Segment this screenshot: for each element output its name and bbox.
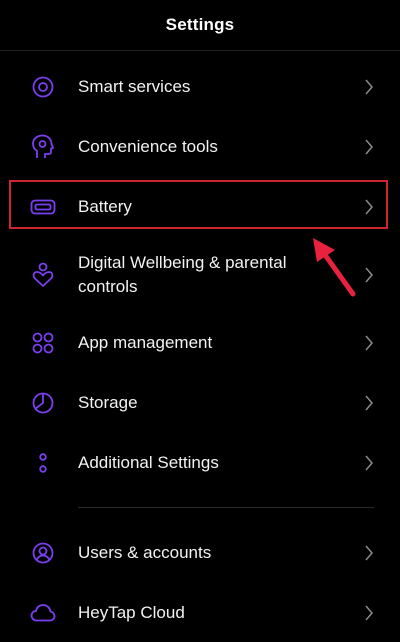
heytap-cloud-icon	[30, 600, 56, 626]
highlight-box	[9, 180, 388, 229]
digital-wellbeing-icon	[30, 262, 56, 288]
chevron-right-icon	[362, 77, 376, 97]
additional-settings-icon	[30, 450, 56, 476]
chevron-right-icon	[362, 543, 376, 563]
page-title: Settings	[165, 15, 235, 34]
section-divider	[78, 507, 374, 508]
chevron-right-icon	[362, 603, 376, 623]
settings-item-label: Convenience tools	[78, 137, 218, 156]
settings-item-label: HeyTap Cloud	[78, 603, 185, 622]
header-divider	[0, 50, 400, 51]
settings-item-app-management[interactable]: App management	[0, 318, 400, 368]
settings-item-label: Smart services	[78, 77, 191, 96]
settings-item-additional-settings[interactable]: Additional Settings	[0, 438, 400, 488]
settings-item-label: Users & accounts	[78, 543, 212, 562]
smart-services-icon	[30, 74, 56, 100]
settings-item-label: Additional Settings	[78, 453, 219, 472]
settings-item-heytap-cloud[interactable]: HeyTap Cloud	[0, 588, 400, 638]
settings-item-users-accounts[interactable]: Users & accounts	[0, 528, 400, 578]
chevron-right-icon	[362, 393, 376, 413]
chevron-right-icon	[362, 453, 376, 473]
storage-icon	[30, 390, 56, 416]
settings-item-label: App management	[78, 333, 213, 352]
header-bar: Settings	[0, 0, 400, 50]
settings-item-convenience-tools[interactable]: Convenience tools	[0, 122, 400, 172]
convenience-tools-icon	[30, 134, 56, 160]
chevron-right-icon	[362, 137, 376, 157]
users-accounts-icon	[30, 540, 56, 566]
settings-item-smart-services[interactable]: Smart services	[0, 62, 400, 112]
settings-item-storage[interactable]: Storage	[0, 378, 400, 428]
annotation-arrow-icon	[313, 238, 356, 297]
chevron-right-icon	[362, 333, 376, 353]
app-management-icon	[30, 330, 56, 356]
settings-item-label: Storage	[78, 393, 138, 412]
